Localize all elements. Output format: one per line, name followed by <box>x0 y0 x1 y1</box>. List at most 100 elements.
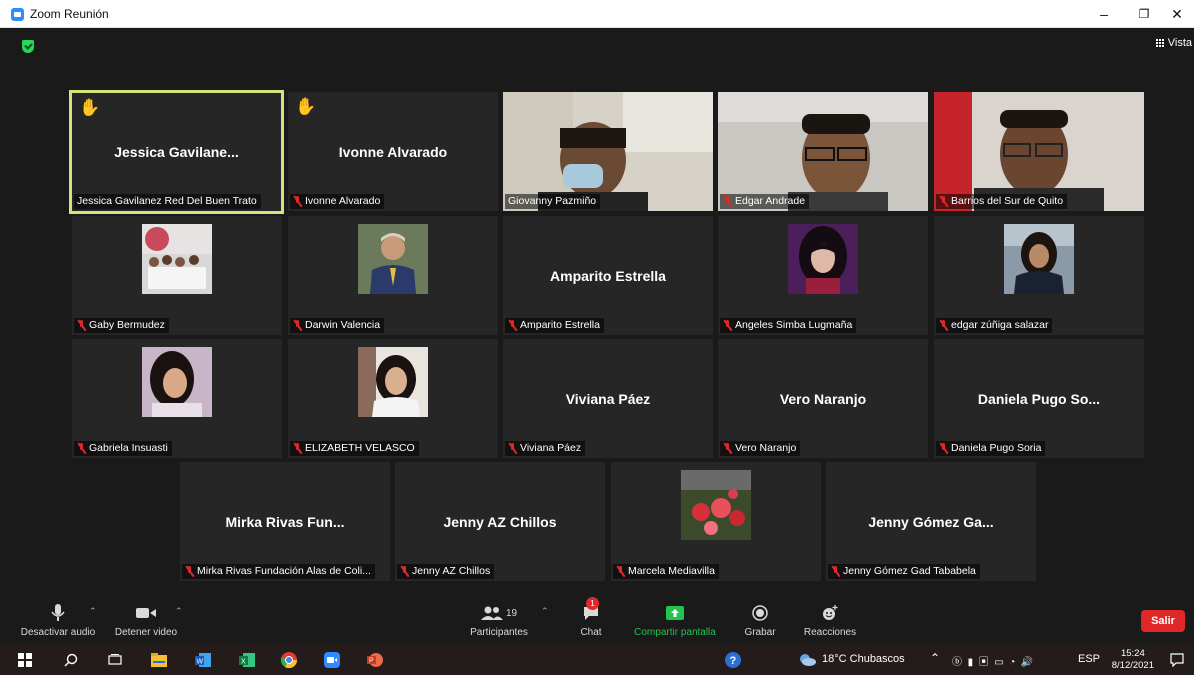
participant-tile[interactable]: ✋ Ivonne Alvarado Ivonne Alvarado <box>288 92 498 211</box>
input-language[interactable]: ESP <box>1078 653 1100 665</box>
weather-icon <box>798 651 816 669</box>
windows-taskbar: W X P ? 18°C Chubascos ⌃ ⓑ ▮ ▣ ▭ ◔ 🔊 ESP… <box>0 644 1194 675</box>
share-screen-icon <box>630 600 720 626</box>
participant-tile[interactable]: Giovanny Pazmiño <box>503 92 713 211</box>
powerpoint-icon[interactable]: P <box>366 651 384 669</box>
stop-video-button[interactable]: Detener video <box>110 600 182 638</box>
participant-name-label: Amparito Estrella <box>505 318 604 333</box>
microphone-icon <box>18 600 98 626</box>
video-options-chevron-icon[interactable]: ⌃ <box>175 606 183 617</box>
participant-tile[interactable]: Gabriela Insuasti <box>72 339 282 458</box>
leave-meeting-button[interactable]: Salir <box>1141 610 1185 632</box>
restore-button[interactable]: ❐ <box>1133 4 1155 24</box>
participant-name-label: Mirka Rivas Fundación Alas de Coli... <box>182 564 375 579</box>
muted-mic-icon <box>77 443 86 454</box>
weather-text[interactable]: 18°C Chubascos <box>822 653 905 665</box>
excel-icon[interactable]: X <box>238 651 256 669</box>
muted-mic-icon <box>77 320 86 331</box>
participant-tile[interactable]: ELIZABETH VELASCO <box>288 339 498 458</box>
participant-tile[interactable]: Barrios del Sur de Quito <box>934 92 1144 211</box>
view-label: Vista <box>1167 37 1192 49</box>
chat-icon: 1 <box>575 597 607 626</box>
share-screen-button[interactable]: Compartir pantalla <box>630 600 720 638</box>
participant-tile[interactable]: Marcela Mediavilla <box>611 462 821 581</box>
volume-icon[interactable]: 🔊 <box>1021 657 1033 668</box>
participant-tile[interactable]: Mirka Rivas Fun... Mirka Rivas Fundación… <box>180 462 390 581</box>
show-hidden-icons-chevron-icon[interactable]: ⌃ <box>930 651 940 665</box>
wifi-icon[interactable]: ◔ <box>1009 657 1015 668</box>
participant-display-name: Jessica Gavilane... <box>114 144 239 160</box>
mic-tray-icon[interactable]: ▮ <box>968 657 974 668</box>
participant-tile[interactable]: Jenny AZ Chillos Jenny AZ Chillos <box>395 462 605 581</box>
participants-button[interactable]: 19 Participantes <box>465 600 533 638</box>
muted-mic-icon <box>723 443 732 454</box>
participant-tile[interactable]: Vero Naranjo Vero Naranjo <box>718 339 928 458</box>
reactions-button[interactable]: Reacciones <box>801 600 859 638</box>
participant-tile[interactable]: edgar zúñiga salazar <box>934 216 1144 335</box>
svg-text:?: ? <box>730 655 737 667</box>
participant-tile[interactable]: ✋ Jessica Gavilane... Jessica Gavilanez … <box>69 90 284 214</box>
title-bar: Zoom Reunión – ❐ ✕ <box>0 0 1194 28</box>
minimize-button[interactable]: – <box>1093 4 1115 24</box>
muted-mic-icon <box>400 566 409 577</box>
participant-tile[interactable]: Edgar Andrade <box>718 92 928 211</box>
display-icon[interactable]: ▣ <box>979 657 989 668</box>
participant-display-name: Jenny Gómez Ga... <box>868 513 994 530</box>
muted-mic-icon <box>939 443 948 454</box>
task-view-icon[interactable] <box>106 651 124 669</box>
participant-name-label: Viviana Páez <box>505 441 586 456</box>
participant-avatar <box>142 347 212 417</box>
battery-icon[interactable]: ▭ <box>994 657 1003 668</box>
clock-date: 8/12/2021 <box>1111 660 1154 671</box>
help-icon[interactable]: ? <box>724 651 742 669</box>
audio-options-chevron-icon[interactable]: ⌃ <box>89 606 97 617</box>
participant-name-label: Gaby Bermudez <box>74 318 169 333</box>
close-button[interactable]: ✕ <box>1166 4 1188 24</box>
participants-options-chevron-icon[interactable]: ⌃ <box>541 606 549 617</box>
notifications-icon[interactable] <box>1168 651 1186 669</box>
taskbar-clock[interactable]: 15:24 8/12/2021 <box>1112 648 1154 672</box>
participant-avatar <box>788 224 858 294</box>
encryption-shield-icon[interactable] <box>22 40 34 53</box>
windows-start-icon[interactable] <box>16 651 34 669</box>
participant-tile[interactable]: Jenny Gómez Ga... Jenny Gómez Gad Tababe… <box>826 462 1036 581</box>
zoom-taskbar-icon[interactable] <box>323 651 341 669</box>
participant-tile[interactable]: Gaby Bermudez <box>72 216 282 335</box>
participant-tile[interactable]: Daniela Pugo So... Daniela Pugo Soria <box>934 339 1144 458</box>
participant-avatar <box>142 224 212 294</box>
system-tray-icons[interactable]: ⓑ ▮ ▣ ▭ ◔ 🔊 <box>952 653 1033 668</box>
participant-tile[interactable]: Viviana Páez Viviana Páez <box>503 339 713 458</box>
participant-tile[interactable]: Angeles Simba Lugmaña <box>718 216 928 335</box>
bluetooth-icon[interactable]: ⓑ <box>952 657 962 668</box>
mute-audio-button[interactable]: Desactivar audio <box>18 600 98 638</box>
raised-hand-icon: ✋ <box>295 97 317 116</box>
participant-name-label: Giovanny Pazmiño <box>505 194 601 209</box>
participant-name-label: Jenny Gómez Gad Tababela <box>828 564 980 579</box>
search-icon[interactable] <box>62 651 80 669</box>
svg-text:P: P <box>369 658 374 665</box>
zoom-app-icon <box>11 8 24 21</box>
participant-display-name: Jenny AZ Chillos <box>443 513 557 530</box>
participant-avatar <box>1004 224 1074 294</box>
participants-count: 19 <box>505 607 518 619</box>
muted-mic-icon <box>185 566 194 577</box>
clock-time: 15:24 <box>1120 648 1145 659</box>
participant-tile[interactable]: Darwin Valencia <box>288 216 498 335</box>
participant-name-label: Ivonne Alvarado <box>290 194 385 209</box>
muted-mic-icon <box>723 196 732 207</box>
chrome-icon[interactable] <box>280 651 298 669</box>
muted-mic-icon <box>939 196 948 207</box>
muted-mic-icon <box>831 566 840 577</box>
view-button[interactable]: Vista <box>1155 37 1192 49</box>
participant-display-name: Daniela Pugo So... <box>977 390 1101 407</box>
record-button[interactable]: Grabar <box>741 600 779 638</box>
file-explorer-icon[interactable] <box>150 651 168 669</box>
participant-tile[interactable]: Amparito Estrella Amparito Estrella <box>503 216 713 335</box>
word-icon[interactable]: W <box>194 651 212 669</box>
raised-hand-icon: ✋ <box>79 98 101 117</box>
participant-name-label: Angeles Simba Lugmaña <box>720 318 857 333</box>
muted-mic-icon <box>293 320 302 331</box>
chat-button[interactable]: 1 Chat <box>575 597 607 638</box>
participant-display-name: Amparito Estrella <box>550 267 666 284</box>
participant-name-label: Marcela Mediavilla <box>613 564 719 579</box>
